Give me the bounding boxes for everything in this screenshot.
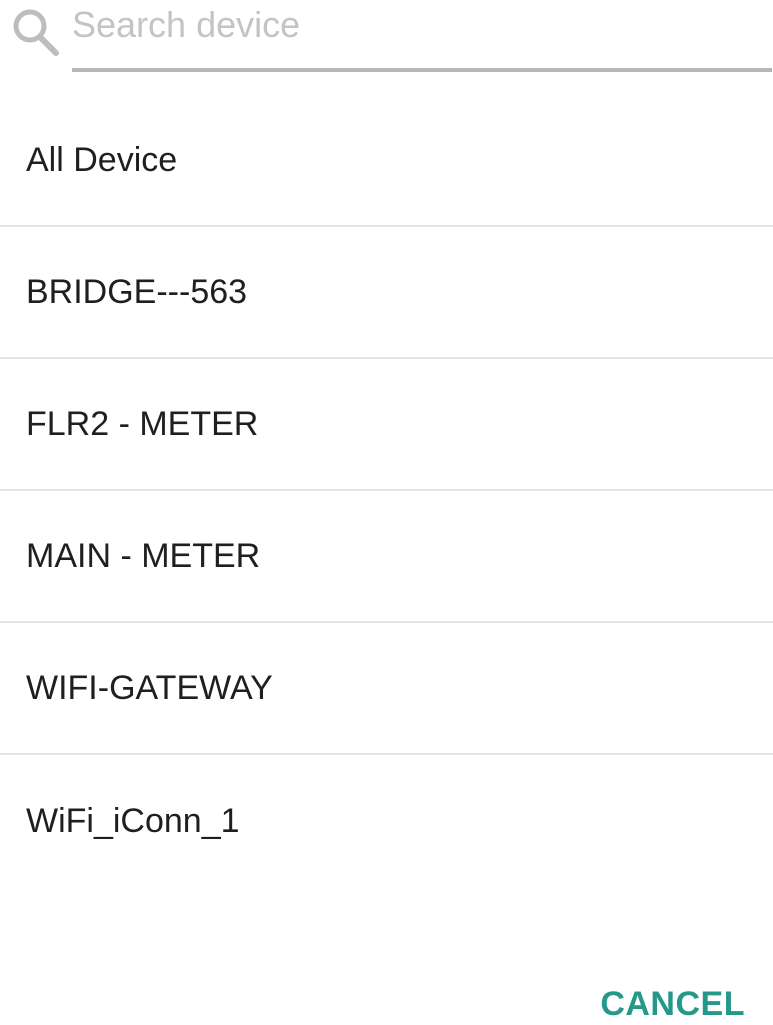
device-label: BRIDGE---563 [26,272,248,311]
device-label: All Device [26,140,178,179]
device-list-item-wifi-gateway[interactable]: WIFI-GATEWAY [0,623,773,755]
device-list-item-wifi-iconn-1[interactable]: WiFi_iConn_1 [0,755,773,887]
device-label: FLR2 - METER [26,404,259,443]
search-input[interactable] [72,0,772,72]
device-label: MAIN - METER [26,536,261,575]
device-list-item-bridge-563[interactable]: BRIDGE---563 [0,227,773,359]
search-bar [0,0,773,80]
device-list-item-main-meter[interactable]: MAIN - METER [0,491,773,623]
device-list: All Device BRIDGE---563 FLR2 - METER MAI… [0,95,773,887]
device-list-item-flr2-meter[interactable]: FLR2 - METER [0,359,773,491]
device-list-item-all-device[interactable]: All Device [0,95,773,227]
cancel-button[interactable]: CANCEL [600,985,745,1024]
search-icon [13,9,59,56]
device-label: WIFI-GATEWAY [26,668,273,707]
device-label: WiFi_iConn_1 [26,801,240,840]
